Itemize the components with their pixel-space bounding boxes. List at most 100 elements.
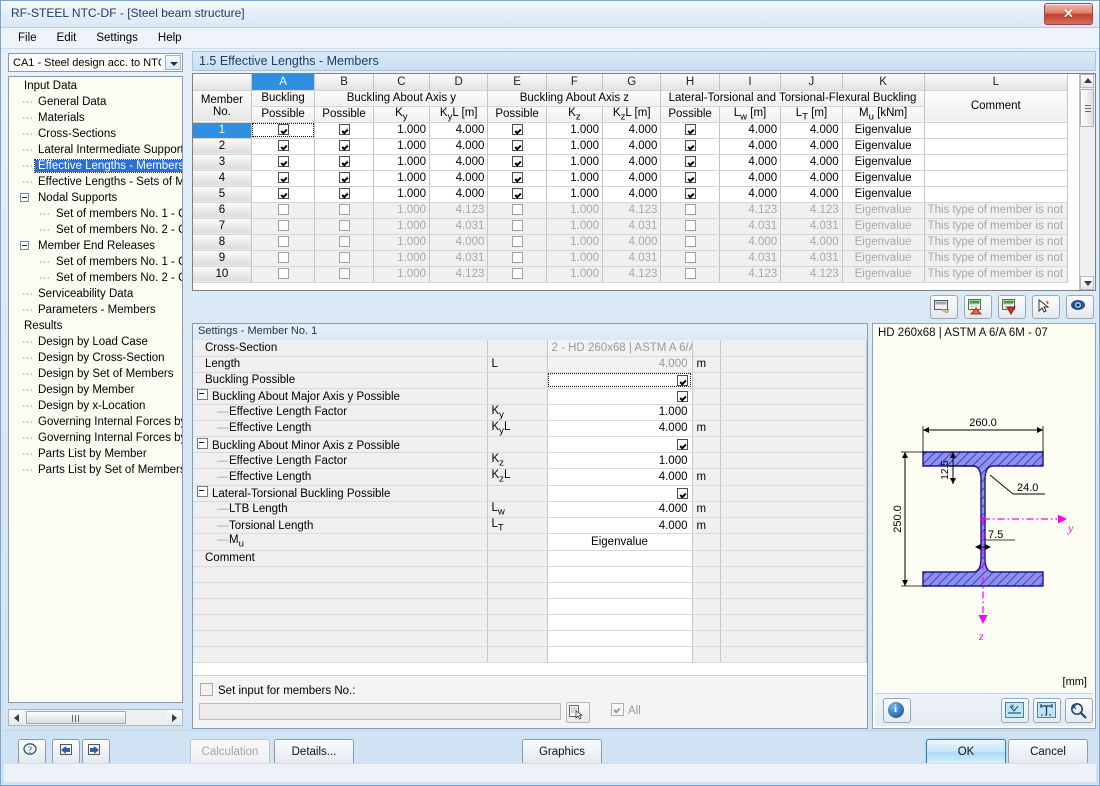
cell-ky[interactable]: 1.000 bbox=[373, 234, 431, 251]
checkbox-y-possible[interactable] bbox=[338, 187, 350, 199]
cell-kyl[interactable]: 4.031 bbox=[429, 218, 489, 235]
cell-comment[interactable] bbox=[924, 138, 1069, 155]
cell-buckling-possible[interactable] bbox=[251, 218, 316, 235]
cell-kyl[interactable]: 4.123 bbox=[429, 202, 489, 219]
checkbox-y-possible[interactable] bbox=[338, 219, 350, 231]
row-header-member-no[interactable]: 7 bbox=[193, 218, 252, 235]
cell-ky[interactable]: 1.000 bbox=[373, 186, 431, 203]
checkbox-buckling-possible[interactable] bbox=[277, 203, 289, 215]
cell-kzl[interactable]: 4.000 bbox=[602, 154, 662, 171]
cell-ltb-possible[interactable] bbox=[660, 250, 720, 267]
cell-lw[interactable]: 4.000 bbox=[719, 138, 782, 155]
sidebar-item-parameters-members[interactable]: ··· Parameters - Members bbox=[9, 302, 182, 318]
cell-comment[interactable] bbox=[924, 170, 1069, 187]
settings-row[interactable]: Comment bbox=[193, 550, 867, 567]
cell-kzl[interactable]: 4.031 bbox=[602, 218, 662, 235]
cell-comment[interactable]: This type of member is not al bbox=[924, 218, 1069, 235]
scroll-thumb[interactable] bbox=[26, 711, 126, 724]
menu-item-settings[interactable]: Settings bbox=[87, 30, 147, 46]
sidebar-item-nodal-supports[interactable]: Nodal Supports bbox=[9, 190, 182, 206]
checkbox-y-possible[interactable] bbox=[338, 123, 350, 135]
cell-z-possible[interactable] bbox=[487, 186, 547, 203]
cell-mu[interactable]: Eigenvalue bbox=[842, 186, 925, 203]
checkbox-z-possible[interactable] bbox=[511, 251, 523, 263]
cell-kyl[interactable]: 4.031 bbox=[429, 250, 489, 267]
cell-mu[interactable]: Eigenvalue bbox=[842, 138, 925, 155]
cell-buckling-possible[interactable] bbox=[251, 122, 316, 139]
cell-buckling-possible[interactable] bbox=[251, 250, 316, 267]
sidebar-item-effective-lengths-members[interactable]: ··· Effective Lengths - Members bbox=[9, 158, 182, 174]
sidebar-item-governing-internal-forces-by-s[interactable]: ··· Governing Internal Forces by S bbox=[9, 430, 182, 446]
checkbox-z-possible[interactable] bbox=[511, 155, 523, 167]
checkbox-buckling-possible[interactable] bbox=[277, 251, 289, 263]
checkbox-buckling-possible[interactable] bbox=[277, 267, 289, 279]
cell-y-possible[interactable] bbox=[314, 122, 374, 139]
checkbox-ltb-possible[interactable] bbox=[684, 267, 696, 279]
row-header-member-no[interactable]: 3 bbox=[193, 154, 252, 171]
cell-kyl[interactable]: 4.000 bbox=[429, 138, 489, 155]
member-numbers-input[interactable] bbox=[199, 703, 561, 720]
previous-button[interactable] bbox=[52, 739, 80, 764]
settings-row[interactable]: Length L 4.000 m bbox=[193, 356, 867, 373]
checkbox-y-possible[interactable] bbox=[338, 171, 350, 183]
cell-lt[interactable]: 4.000 bbox=[780, 234, 843, 251]
row-header-member-no[interactable]: 9 bbox=[193, 250, 252, 267]
cell-mu[interactable]: Eigenvalue bbox=[842, 154, 925, 171]
settings-value[interactable]: 2 - HD 260x68 | ASTM A 6/A 6M - 07 bbox=[547, 340, 693, 357]
table-vertical-scrollbar[interactable] bbox=[1079, 74, 1095, 290]
cell-buckling-possible[interactable] bbox=[251, 202, 316, 219]
cell-y-possible[interactable] bbox=[314, 138, 374, 155]
row-header-member-no[interactable]: 8 bbox=[193, 234, 252, 251]
cell-lw[interactable]: 4.000 bbox=[719, 234, 782, 251]
settings-value[interactable]: 4.000 bbox=[547, 501, 693, 518]
cell-kz[interactable]: 1.000 bbox=[546, 202, 604, 219]
cell-z-possible[interactable] bbox=[487, 122, 547, 139]
checkbox-y-possible[interactable] bbox=[338, 251, 350, 263]
table-row[interactable]: 6 1.000 4.123 1.000 4.123 4.123 4.123 Eigenvalu… bbox=[193, 202, 1069, 219]
cell-kz[interactable]: 1.000 bbox=[546, 138, 604, 155]
cell-lw[interactable]: 4.000 bbox=[719, 186, 782, 203]
settings-row[interactable]: —Effective Length Factor Ky 1.000 bbox=[193, 404, 867, 421]
checkbox-z-possible[interactable] bbox=[511, 203, 523, 215]
cell-mu[interactable]: Eigenvalue bbox=[842, 218, 925, 235]
cell-mu[interactable]: Eigenvalue bbox=[842, 266, 925, 283]
tree-collapse-icon[interactable] bbox=[20, 241, 29, 250]
settings-value[interactable]: 4.000 bbox=[547, 420, 693, 438]
sidebar-item-lateral-intermediate-supports[interactable]: ··· Lateral Intermediate Supports bbox=[9, 142, 182, 158]
checkbox-z-possible[interactable] bbox=[511, 171, 523, 183]
checkbox-z-possible[interactable] bbox=[511, 139, 523, 151]
cell-y-possible[interactable] bbox=[314, 234, 374, 251]
checkbox-buckling-possible[interactable] bbox=[277, 171, 289, 183]
column-header-E[interactable]: E bbox=[487, 74, 547, 91]
cell-z-possible[interactable] bbox=[487, 218, 547, 235]
settings-row[interactable]: Cross-Section 2 - HD 260x68 | ASTM A 6/A … bbox=[193, 340, 867, 357]
cell-lw[interactable]: 4.123 bbox=[719, 266, 782, 283]
checkbox-buckling-possible[interactable] bbox=[277, 155, 289, 167]
cell-ky[interactable]: 1.000 bbox=[373, 154, 431, 171]
cell-kyl[interactable]: 4.000 bbox=[429, 234, 489, 251]
sidebar-item-design-by-x-location[interactable]: ··· Design by x-Location bbox=[9, 398, 182, 414]
cell-buckling-possible[interactable] bbox=[251, 186, 316, 203]
cell-lt[interactable]: 4.000 bbox=[780, 122, 843, 139]
select-member-icon[interactable] bbox=[1032, 295, 1060, 319]
column-header-L[interactable]: L bbox=[924, 74, 1069, 91]
menu-item-file[interactable]: File bbox=[9, 30, 46, 46]
measure-button[interactable] bbox=[1033, 698, 1061, 723]
row-header-member-no[interactable]: 1 bbox=[193, 122, 252, 139]
cell-lt[interactable]: 4.000 bbox=[780, 186, 843, 203]
menu-item-edit[interactable]: Edit bbox=[48, 30, 86, 46]
column-header-D[interactable]: D bbox=[429, 74, 489, 91]
cell-kz[interactable]: 1.000 bbox=[546, 218, 604, 235]
settings-value[interactable]: Eigenvalue bbox=[547, 533, 693, 551]
cell-buckling-possible[interactable] bbox=[251, 170, 316, 187]
cell-ky[interactable]: 1.000 bbox=[373, 250, 431, 267]
sidebar-item-design-by-load-case[interactable]: ··· Design by Load Case bbox=[9, 334, 182, 350]
cell-kyl[interactable]: 4.000 bbox=[429, 122, 489, 139]
cell-lw[interactable]: 4.031 bbox=[719, 250, 782, 267]
sidebar-item-effective-lengths-sets-of-men[interactable]: ··· Effective Lengths - Sets of Men bbox=[9, 174, 182, 190]
cell-buckling-possible[interactable] bbox=[251, 234, 316, 251]
cell-kz[interactable]: 1.000 bbox=[546, 154, 604, 171]
dimensions-button[interactable]: x bbox=[1001, 698, 1029, 723]
checkbox-z-possible[interactable] bbox=[511, 235, 523, 247]
cell-mu[interactable]: Eigenvalue bbox=[842, 202, 925, 219]
